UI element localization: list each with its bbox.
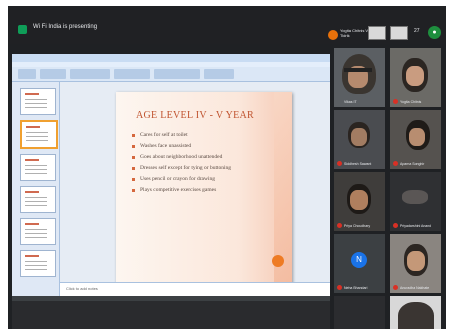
presenter-avatar — [328, 30, 338, 40]
bullet-item: Cares for self at toilet — [132, 132, 231, 143]
font-tool-icon[interactable] — [70, 69, 110, 79]
top-bar: Wi Fi India is presenting Yogita Chitnis… — [8, 6, 446, 44]
slide-title: AGE LEVEL IV - V YEAR — [135, 110, 255, 121]
slide-thumbnail[interactable] — [20, 154, 56, 181]
participant-video — [402, 190, 428, 204]
people-icon[interactable]: ● — [428, 26, 441, 39]
meeting-window: Wi Fi India is presenting Yogita Chitnis… — [8, 6, 446, 329]
slide-thumbnail[interactable] — [20, 218, 56, 245]
participant-name: Vikas IT — [344, 100, 357, 104]
self-view-tile[interactable] — [390, 296, 441, 329]
notes-placeholder: Click to add notes — [66, 286, 98, 291]
participant-count[interactable]: 27 — [414, 28, 420, 34]
participant-tile[interactable]: Vikas IT — [334, 48, 385, 107]
participant-tile[interactable]: Siddhesh Sawant — [334, 110, 385, 169]
participant-face — [350, 190, 368, 210]
current-slide[interactable]: AGE LEVEL IV - V YEAR Cares for self at … — [116, 92, 292, 286]
bullet-item: Washes face unassisted — [132, 143, 231, 154]
bullet-item: Plays competitive exercises games — [132, 187, 231, 198]
app-title-bar — [12, 54, 330, 62]
self-view-thumbnail[interactable] — [390, 26, 408, 40]
slides-tool-icon[interactable] — [40, 69, 66, 79]
slide-canvas: AGE LEVEL IV - V YEAR Cares for self at … — [60, 82, 330, 296]
layout-thumbnail[interactable] — [368, 26, 386, 40]
participant-name: Priyadarshini Anand — [400, 224, 432, 228]
participant-tile[interactable]: Priyadarshini Anand — [390, 172, 441, 231]
bullet-list: Cares for self at toilet Washes face una… — [132, 132, 231, 198]
mic-off-icon — [337, 285, 342, 290]
mic-off-icon — [393, 99, 398, 104]
participant-name: Anuradha Nakhate — [400, 286, 430, 290]
mic-off-icon — [393, 161, 398, 166]
participant-face — [407, 251, 425, 271]
participant-name: Yogita Chitnis — [400, 100, 422, 104]
decorative-circle — [272, 255, 284, 267]
participant-name: Neha Bhandari — [344, 286, 368, 290]
mic-off-icon — [337, 161, 342, 166]
mic-off-icon — [393, 285, 398, 290]
taskbar — [12, 296, 330, 301]
mic-off-icon — [337, 223, 342, 228]
participant-tile[interactable]: Yogita Chitnis — [390, 48, 441, 107]
headset — [344, 68, 372, 72]
participant-avatar: N — [351, 252, 367, 268]
slide-thumbnail[interactable] — [20, 186, 56, 213]
participant-tile[interactable]: Priya Choudhary — [334, 172, 385, 231]
participant-name: Aparna Songhir — [400, 162, 425, 166]
participant-tile[interactable]: N Neha Bhandari — [334, 234, 385, 293]
slide-thumbnail[interactable] — [20, 88, 56, 115]
bullet-item: Goes about neighborhood unattended — [132, 154, 231, 165]
participant-video — [398, 302, 434, 329]
participant-face — [406, 66, 424, 86]
presenting-label: Wi Fi India is presenting — [33, 24, 98, 30]
slide-thumbnail[interactable] — [20, 250, 56, 277]
mic-off-icon — [393, 223, 398, 228]
paragraph-tool-icon[interactable] — [114, 69, 150, 79]
slide-thumbnails-pane — [12, 82, 60, 296]
shared-screen: AGE LEVEL IV - V YEAR Cares for self at … — [12, 54, 330, 296]
bullet-item: Uses pencil or crayon for drawing — [132, 176, 231, 187]
bullet-item: Dresses self except for tying or buttoni… — [132, 165, 231, 176]
participant-face — [409, 128, 425, 146]
slide-thumbnail-active[interactable] — [20, 120, 58, 149]
participant-tile[interactable]: Aparna Songhir — [390, 110, 441, 169]
paste-tool-icon[interactable] — [18, 69, 36, 79]
participant-tile[interactable] — [334, 296, 385, 329]
participant-name: Siddhesh Sawant — [344, 162, 372, 166]
drawing-tool-icon[interactable] — [154, 69, 200, 79]
presenting-icon — [18, 25, 27, 34]
participant-face — [351, 128, 367, 146]
participant-name: Priya Choudhary — [344, 224, 371, 228]
ribbon-toolbar — [12, 67, 330, 82]
editing-tool-icon[interactable] — [204, 69, 234, 79]
notes-pane[interactable]: Click to add notes — [60, 282, 330, 296]
participant-tile[interactable]: Anuradha Nakhate — [390, 234, 441, 293]
